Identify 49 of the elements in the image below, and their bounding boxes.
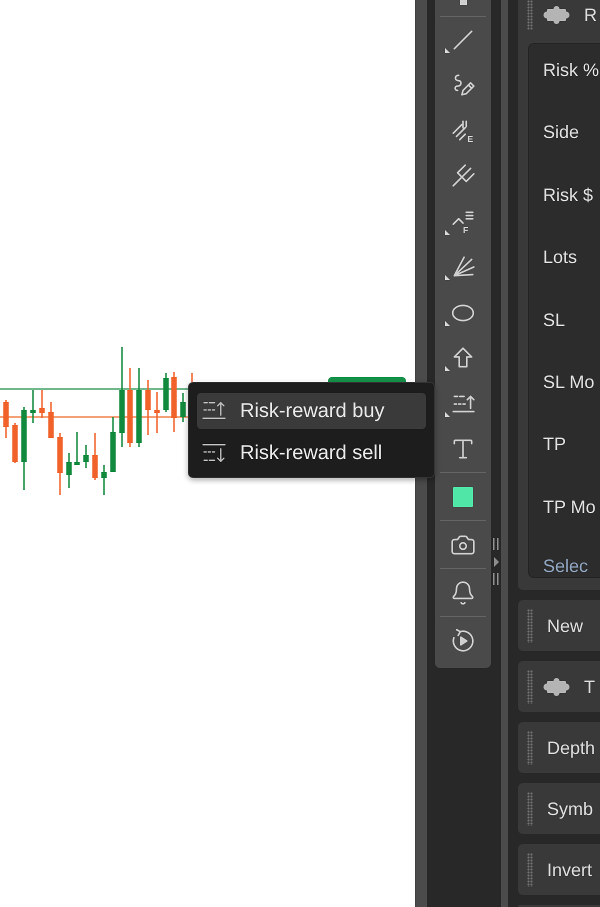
field-label: Risk $	[543, 184, 594, 206]
candle	[154, 392, 160, 433]
panel-title: Depth	[547, 736, 596, 758]
replay-icon	[450, 628, 476, 654]
puzzle-icon	[543, 6, 570, 24]
field-label: Lots	[543, 246, 578, 268]
panel-title: T	[584, 676, 595, 698]
menu-item[interactable]: Risk-reward sell	[197, 435, 426, 471]
field-label: SL Mo	[543, 370, 594, 393]
field-label: Side	[543, 121, 580, 144]
fib-retracement-tool[interactable]: F	[440, 199, 486, 244]
panel-title: Symb	[547, 798, 594, 820]
bell-icon	[450, 580, 476, 606]
splitter-handle-icon[interactable]	[492, 538, 500, 585]
drag-handle-icon[interactable]	[527, 852, 533, 886]
candle	[83, 445, 89, 468]
candle	[74, 432, 80, 465]
drag-handle-icon[interactable]	[527, 0, 533, 30]
candle	[92, 433, 98, 480]
candle	[12, 423, 18, 463]
candle	[171, 372, 177, 432]
panel-title: New	[547, 614, 584, 636]
candle	[39, 390, 45, 418]
link[interactable]: Selec	[543, 555, 588, 578]
drag-handle-icon[interactable]	[527, 608, 533, 642]
candle	[145, 380, 151, 435]
field-label: Risk %	[543, 59, 600, 81]
fib-extension-tool[interactable]: E	[440, 108, 486, 154]
drag-handle-icon[interactable]	[527, 792, 533, 826]
candle	[48, 402, 54, 438]
candle	[30, 390, 36, 423]
candle	[110, 417, 116, 472]
panel-title: Invert	[547, 858, 592, 880]
field-label: TP	[543, 433, 566, 456]
panel-title: R	[584, 4, 597, 26]
field-label: TP Mo	[543, 496, 596, 518]
drag-handle-icon[interactable]	[527, 670, 533, 704]
candle	[101, 465, 107, 495]
menu-item[interactable]: Risk-reward buy	[197, 393, 426, 429]
pitchfork-icon	[450, 163, 476, 190]
drag-handle-icon[interactable]	[527, 730, 533, 764]
candle	[163, 373, 169, 412]
partial-tool-icon[interactable]	[460, 0, 466, 5]
candle	[57, 433, 63, 495]
candle	[3, 400, 9, 438]
puzzle-icon	[543, 678, 570, 696]
candle	[180, 393, 186, 422]
candle	[66, 453, 72, 488]
field-label: SL	[543, 308, 566, 331]
